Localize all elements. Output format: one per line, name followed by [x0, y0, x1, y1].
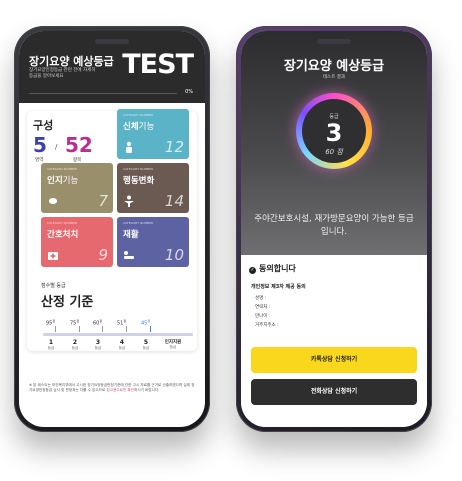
result-title: 장기요양 예상등급	[283, 59, 385, 74]
grade-ring-inner: 등급 3 60 점	[302, 99, 366, 163]
scale-tick	[150, 326, 151, 332]
grade-value: 3	[325, 119, 343, 147]
agree-label: 동의합니다	[259, 264, 296, 273]
grade-label: 인지지원 등급	[164, 340, 182, 349]
check-icon: ✓	[249, 267, 256, 274]
phone-consult-button[interactable]: 전화상담 신청하기	[251, 379, 417, 405]
scale-tick	[55, 326, 56, 332]
agree-checkbox[interactable]: ✓ 동의합니다	[249, 263, 296, 274]
area-count: 5	[33, 133, 47, 157]
result-panel: 장기요양 예상등급 테스트 결과 등급 3 60 점 주야간보호시설, 재가방문…	[241, 31, 427, 255]
phone-frame-right: 9:41 KST 장기요양 예상등급 테스트 결과 등급 3 60 점 주야간보…	[236, 26, 432, 432]
result-subtitle: 테스트 결과	[322, 75, 346, 80]
tile-count: 9	[98, 246, 108, 264]
composition-summary: 구성 5 / 52 영역 항목	[31, 113, 101, 167]
tile-caption: CATEGORY NUMBER	[123, 221, 154, 225]
tile-count: 10	[164, 246, 184, 264]
tile-label: 재활	[123, 230, 139, 240]
test-badge: TEST	[122, 49, 194, 80]
category-tile-behavior[interactable]: CATEGORY NUMBER 행동변화 14	[117, 163, 189, 213]
area-count-label: 영역	[35, 158, 44, 163]
age-field[interactable]: 만나이 :	[255, 313, 270, 319]
brain-icon	[49, 198, 57, 204]
scale-tick	[102, 326, 103, 332]
grade-label: 1 등급	[47, 339, 55, 350]
screen-right: 9:41 KST 장기요양 예상등급 테스트 결과 등급 3 60 점 주야간보…	[241, 31, 427, 427]
person-icon	[126, 141, 132, 153]
tile-caption: CATEGORY NUMBER	[123, 113, 154, 117]
scale-track	[43, 333, 193, 336]
category-tile-physical[interactable]: CATEGORY NUMBER 신체기능 12	[117, 109, 189, 159]
tile-label: 인지기능	[47, 176, 79, 186]
test-info-card: 구성 5 / 52 영역 항목 CATEGORY NUMBER 신체기능 12 …	[27, 109, 197, 351]
criteria-title: 산정 기준	[41, 295, 94, 310]
tile-caption: CATEGORY NUMBER	[123, 167, 154, 171]
scale-tick	[79, 326, 80, 332]
tile-caption: CATEGORY NUMBER	[47, 221, 78, 225]
result-description: 주야간보호시설, 재가방문요양이 가능한 등급입니다.	[254, 214, 414, 237]
item-count: 52	[65, 133, 93, 157]
tile-count: 7	[98, 192, 108, 210]
threshold-label: 45점	[141, 319, 151, 327]
composition-title: 구성	[33, 119, 54, 132]
tile-count: 12	[164, 138, 184, 156]
count-separator: /	[55, 143, 58, 151]
grade-label: 5 등급	[142, 339, 150, 350]
category-tile-cognitive[interactable]: CATEGORY NUMBER 인지기능 7	[41, 163, 113, 213]
grade-label: 4 등급	[118, 339, 126, 350]
threshold-label: 51점	[117, 319, 127, 327]
disclaimer-note: ※ 본 테스트는 보건복지부에서 고시한 장기요양등급판정기준에 관한 고시 자…	[29, 383, 195, 393]
tile-caption: CATEGORY NUMBER	[47, 167, 78, 171]
threshold-label: 75점	[70, 319, 80, 327]
tile-label: 간호처치	[47, 230, 79, 240]
grade-ring: 등급 3 60 점	[296, 93, 372, 169]
rehab-icon	[124, 251, 134, 259]
consent-title: 개인정보 제3자 제공 동의	[251, 284, 306, 290]
progress-bar	[29, 93, 177, 94]
scale-tick	[126, 326, 127, 332]
threshold-label: 95점	[46, 319, 56, 327]
category-tile-nursing[interactable]: CATEGORY NUMBER 간호처치 9	[41, 217, 113, 267]
tile-count: 14	[164, 192, 184, 210]
progress-label: 0%	[185, 89, 193, 95]
header-description: 장기요양인정등급 관련 전에 자세히 등급을 알아보세요	[29, 68, 96, 79]
consent-section: ✓ 동의합니다 개인정보 제3자 제공 동의 성명 : 연락처 : 만나이 : 거…	[241, 255, 427, 427]
grade-points: 60 점	[325, 148, 343, 156]
medical-kit-icon	[48, 252, 58, 260]
threshold-label: 60점	[93, 319, 103, 327]
address-field[interactable]: 거주지주소 :	[255, 322, 279, 328]
grade-label: 2 등급	[71, 339, 79, 350]
tile-label: 신체기능	[123, 122, 155, 132]
phone-field[interactable]: 연락처 :	[255, 304, 270, 310]
criteria-caption: 점수별 등급	[41, 283, 66, 289]
activity-icon	[124, 195, 134, 207]
phone-frame-left: 9:41 KST 장기요양 예상등급 장기요양인정등급 관련 전에 자세히 등급…	[14, 26, 210, 432]
category-tile-rehab[interactable]: CATEGORY NUMBER 재활 10	[117, 217, 189, 267]
kakao-consult-button[interactable]: 카톡상담 신청하기	[251, 347, 417, 373]
dynamic-island	[95, 39, 129, 44]
page-title: 장기요양 예상등급	[29, 55, 114, 68]
screen-left: 9:41 KST 장기요양 예상등급 장기요양인정등급 관련 전에 자세히 등급…	[19, 31, 205, 427]
grade-scale: 95점 75점 60점 51점 45점 1 등급 2 등급 3 등급 4 등급 5 등급 …	[43, 319, 193, 359]
tile-label: 행동변화	[123, 176, 155, 186]
dynamic-island	[317, 39, 351, 44]
name-field[interactable]: 성명 :	[255, 295, 266, 301]
grade-label: 3 등급	[94, 339, 102, 350]
